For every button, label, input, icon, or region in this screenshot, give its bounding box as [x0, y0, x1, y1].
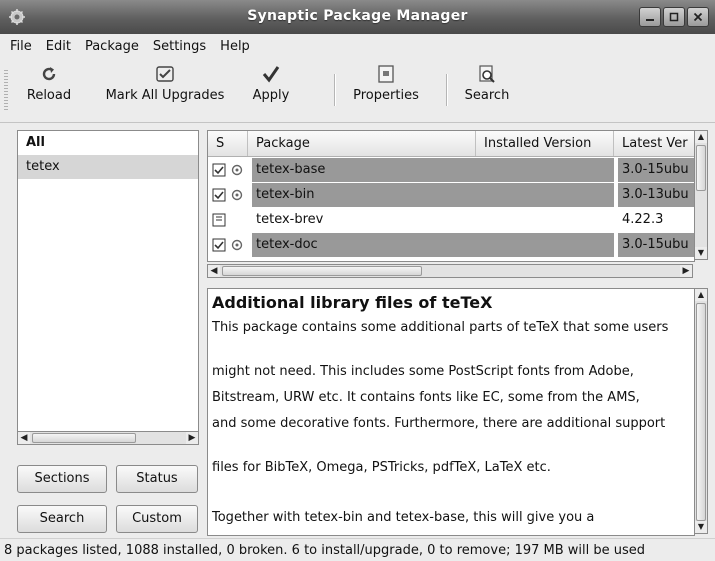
minimize-icon	[646, 19, 654, 21]
status-bar: 8 packages listed, 1088 installed, 0 bro…	[0, 538, 715, 561]
supported-icon	[231, 189, 243, 201]
package-name: tetex-bin	[252, 183, 476, 207]
installed-status-icon	[212, 238, 226, 252]
package-list-header: S Package Installed Version Latest Ver	[208, 131, 694, 157]
reload-icon	[42, 67, 56, 81]
latest-version: 3.0-15ubu	[618, 158, 694, 182]
sections-horizontal-scrollbar[interactable]: ◀ ▶	[17, 431, 199, 445]
scroll-right-arrow-icon[interactable]: ▶	[186, 432, 198, 444]
toolbar-separator	[446, 74, 448, 106]
apply-button[interactable]: Apply	[240, 58, 302, 120]
installed-version	[476, 183, 614, 207]
mark-all-upgrades-label: Mark All Upgrades	[105, 88, 225, 103]
description-line: and some decorative fonts. Furthermore, …	[212, 416, 666, 431]
description-vertical-scrollbar[interactable]: ▲ ▼	[694, 288, 708, 534]
search-label: Search	[464, 88, 510, 103]
description-line: This package contains some additional pa…	[212, 320, 669, 335]
minimize-button[interactable]	[639, 7, 661, 27]
package-row[interactable]: tetex-base 3.0-15ubu	[208, 158, 694, 182]
scroll-down-arrow-icon[interactable]: ▼	[695, 247, 707, 259]
package-list[interactable]: S Package Installed Version Latest Ver t…	[207, 130, 695, 262]
description-title: Additional library files of teTeX	[212, 293, 493, 312]
installed-version	[476, 158, 614, 182]
properties-button[interactable]: Properties	[340, 58, 432, 120]
synaptic-window: Synaptic Package Manager File Edit Packa…	[0, 0, 715, 561]
scrollbar-thumb[interactable]	[696, 303, 706, 521]
menu-file[interactable]: File	[0, 39, 39, 54]
description-pane[interactable]: Additional library files of teTeX This p…	[207, 288, 695, 536]
status-button-label: Status	[136, 471, 178, 486]
scroll-up-arrow-icon[interactable]: ▲	[695, 131, 707, 143]
search-filter-button[interactable]: Search	[17, 505, 107, 533]
maximize-button[interactable]	[663, 7, 685, 27]
scrollbar-thumb[interactable]	[222, 266, 422, 276]
mark-all-upgrades-icon	[156, 66, 174, 82]
scroll-right-arrow-icon[interactable]: ▶	[680, 265, 692, 277]
description-line: might not need. This includes some PostS…	[212, 364, 634, 379]
menu-help[interactable]: Help	[213, 39, 257, 54]
menu-bar: File Edit Package Settings Help	[0, 34, 715, 58]
supported-icon	[231, 164, 243, 176]
search-button[interactable]: Search	[456, 58, 518, 120]
sections-list[interactable]: All tetex	[17, 130, 199, 432]
description-line: Together with tetex-bin and tetex-base, …	[212, 510, 595, 525]
package-row[interactable]: tetex-brev 4.22.3	[208, 208, 694, 232]
column-header-latest-version[interactable]: Latest Ver	[614, 131, 694, 156]
title-bar[interactable]: Synaptic Package Manager	[0, 0, 715, 34]
sections-button-label: Sections	[34, 471, 90, 486]
column-header-installed-version[interactable]: Installed Version	[476, 131, 614, 156]
custom-button-label: Custom	[132, 511, 182, 526]
installed-status-icon	[212, 163, 226, 177]
reload-label: Reload	[26, 88, 72, 103]
close-icon	[693, 12, 703, 22]
description-line: Bitstream, URW etc. It contains fonts li…	[212, 390, 640, 405]
package-row[interactable]: tetex-doc 3.0-15ubu	[208, 233, 694, 257]
scroll-up-arrow-icon[interactable]: ▲	[695, 289, 707, 301]
installed-version	[476, 208, 614, 232]
toolbar: Reload Mark All Upgrades Apply Propertie…	[0, 58, 715, 123]
toolbar-separator	[334, 74, 336, 106]
filter-header-all[interactable]: All	[18, 131, 198, 155]
package-list-vertical-scrollbar[interactable]: ▲ ▼	[694, 130, 708, 260]
apply-label: Apply	[252, 88, 290, 103]
scroll-left-arrow-icon[interactable]: ◀	[18, 432, 30, 444]
window-title: Synaptic Package Manager	[247, 8, 468, 24]
filter-item-tetex[interactable]: tetex	[18, 155, 198, 179]
scroll-down-arrow-icon[interactable]: ▼	[695, 521, 707, 533]
column-header-package[interactable]: Package	[248, 131, 476, 156]
package-list-horizontal-scrollbar[interactable]: ◀ ▶	[207, 264, 693, 278]
latest-version: 3.0-15ubu	[618, 233, 694, 257]
menu-edit[interactable]: Edit	[39, 39, 78, 54]
mark-all-upgrades-button[interactable]: Mark All Upgrades	[88, 58, 242, 120]
latest-version: 4.22.3	[622, 212, 664, 227]
menu-settings[interactable]: Settings	[146, 39, 213, 54]
search-filter-button-label: Search	[39, 511, 85, 526]
package-name: tetex-brev	[256, 212, 324, 227]
package-name: tetex-base	[252, 158, 476, 182]
installed-status-icon	[212, 188, 226, 202]
custom-button[interactable]: Custom	[116, 505, 198, 533]
not-installed-icon	[212, 213, 226, 227]
maximize-icon	[669, 12, 679, 22]
package-name: tetex-doc	[252, 233, 476, 257]
sections-button[interactable]: Sections	[17, 465, 107, 493]
menu-package[interactable]: Package	[78, 39, 146, 54]
properties-icon	[378, 65, 394, 83]
package-row[interactable]: tetex-bin 3.0-13ubu	[208, 183, 694, 207]
column-header-status[interactable]: S	[208, 131, 248, 156]
installed-version	[476, 233, 614, 257]
properties-label: Properties	[353, 88, 419, 103]
latest-version: 3.0-13ubu	[618, 183, 694, 207]
status-button[interactable]: Status	[116, 465, 198, 493]
supported-icon	[231, 239, 243, 251]
search-icon	[479, 65, 495, 83]
scrollbar-thumb[interactable]	[696, 145, 706, 191]
scrollbar-thumb[interactable]	[32, 433, 136, 443]
toolbar-grip[interactable]	[4, 68, 8, 112]
close-button[interactable]	[687, 7, 709, 27]
scroll-left-arrow-icon[interactable]: ◀	[208, 265, 220, 277]
apply-checkmark-icon	[262, 66, 280, 83]
description-line: files for BibTeX, Omega, PSTricks, pdfTe…	[212, 460, 551, 475]
reload-button[interactable]: Reload	[14, 58, 84, 120]
